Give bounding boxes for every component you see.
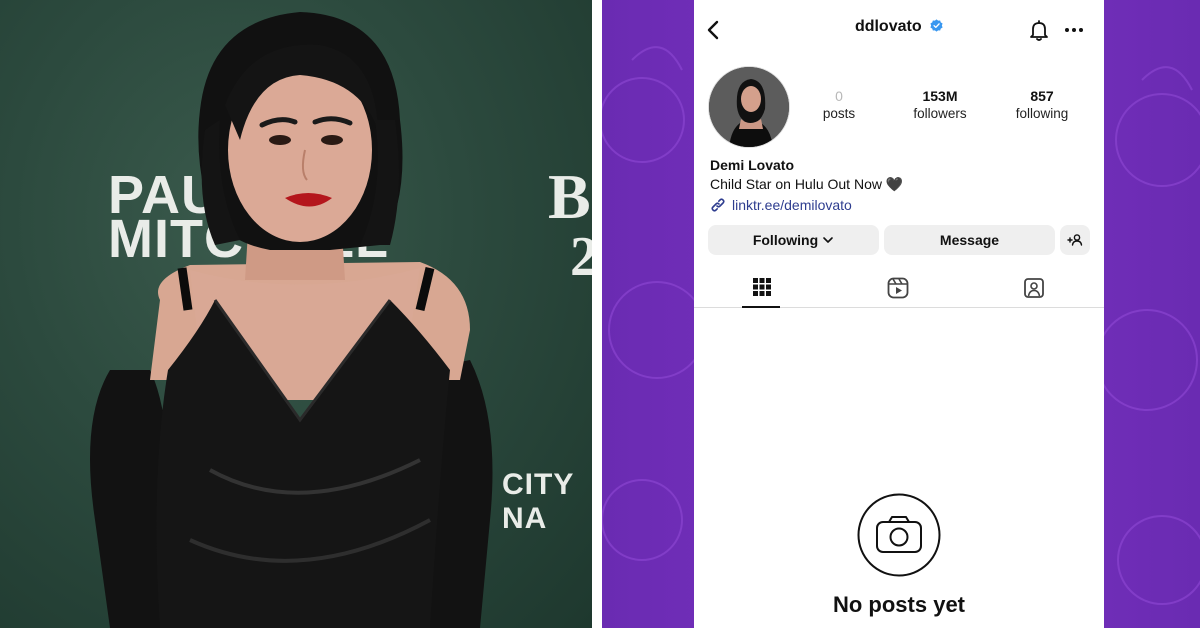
message-button[interactable]: Message — [884, 225, 1055, 255]
bio-link[interactable]: linktr.ee/demilovato — [710, 197, 852, 213]
tab-tagged[interactable] — [966, 268, 1102, 308]
profile-tabs — [694, 268, 1104, 308]
posts-number: 0 — [835, 88, 843, 104]
posts-count: 0 posts — [799, 88, 879, 122]
tab-grid[interactable] — [694, 268, 830, 308]
instagram-profile-screen: ddlovato 0 posts 153M followers 857 foll… — [694, 0, 1104, 628]
followers-label: followers — [913, 106, 967, 121]
camera-icon — [857, 493, 941, 577]
reels-icon — [887, 277, 909, 299]
more-options-icon[interactable] — [1062, 20, 1086, 40]
bio-text: Child Star on Hulu Out Now 🖤 — [710, 176, 904, 192]
active-tab-indicator — [742, 306, 780, 308]
celebrity-photo: PAUL MITCHELL B 2 CITY NA B — [0, 0, 592, 628]
grid-icon — [753, 278, 771, 296]
notification-bell-icon[interactable] — [1027, 18, 1051, 42]
followers-count[interactable]: 153M followers — [900, 88, 980, 122]
following-count[interactable]: 857 following — [1002, 88, 1082, 122]
profile-avatar[interactable] — [708, 66, 790, 148]
followers-number: 153M — [922, 88, 958, 104]
posts-label: posts — [822, 106, 856, 121]
suggested-users-button[interactable] — [1060, 225, 1090, 255]
display-name: Demi Lovato — [710, 157, 795, 173]
bio-link-text: linktr.ee/demilovato — [732, 197, 852, 213]
message-button-label: Message — [939, 232, 1000, 248]
tab-reels[interactable] — [830, 268, 966, 308]
instagram-screenshot-panel: ddlovato 0 posts 153M followers 857 foll… — [602, 0, 1200, 628]
verified-badge-icon — [930, 19, 943, 32]
username: ddlovato — [854, 18, 922, 35]
empty-state-title: No posts yet — [832, 592, 966, 617]
person-illustration — [90, 12, 493, 628]
avatar-image — [709, 67, 789, 147]
chevron-down-icon — [823, 237, 833, 243]
top-bar: ddlovato — [694, 0, 1104, 58]
following-label: following — [1015, 106, 1069, 121]
following-button[interactable]: Following — [708, 225, 879, 255]
add-user-icon — [1067, 234, 1083, 246]
tagged-icon — [1024, 278, 1044, 298]
link-icon — [711, 198, 725, 212]
following-button-label: Following — [752, 232, 819, 248]
following-number: 857 — [1030, 88, 1054, 104]
